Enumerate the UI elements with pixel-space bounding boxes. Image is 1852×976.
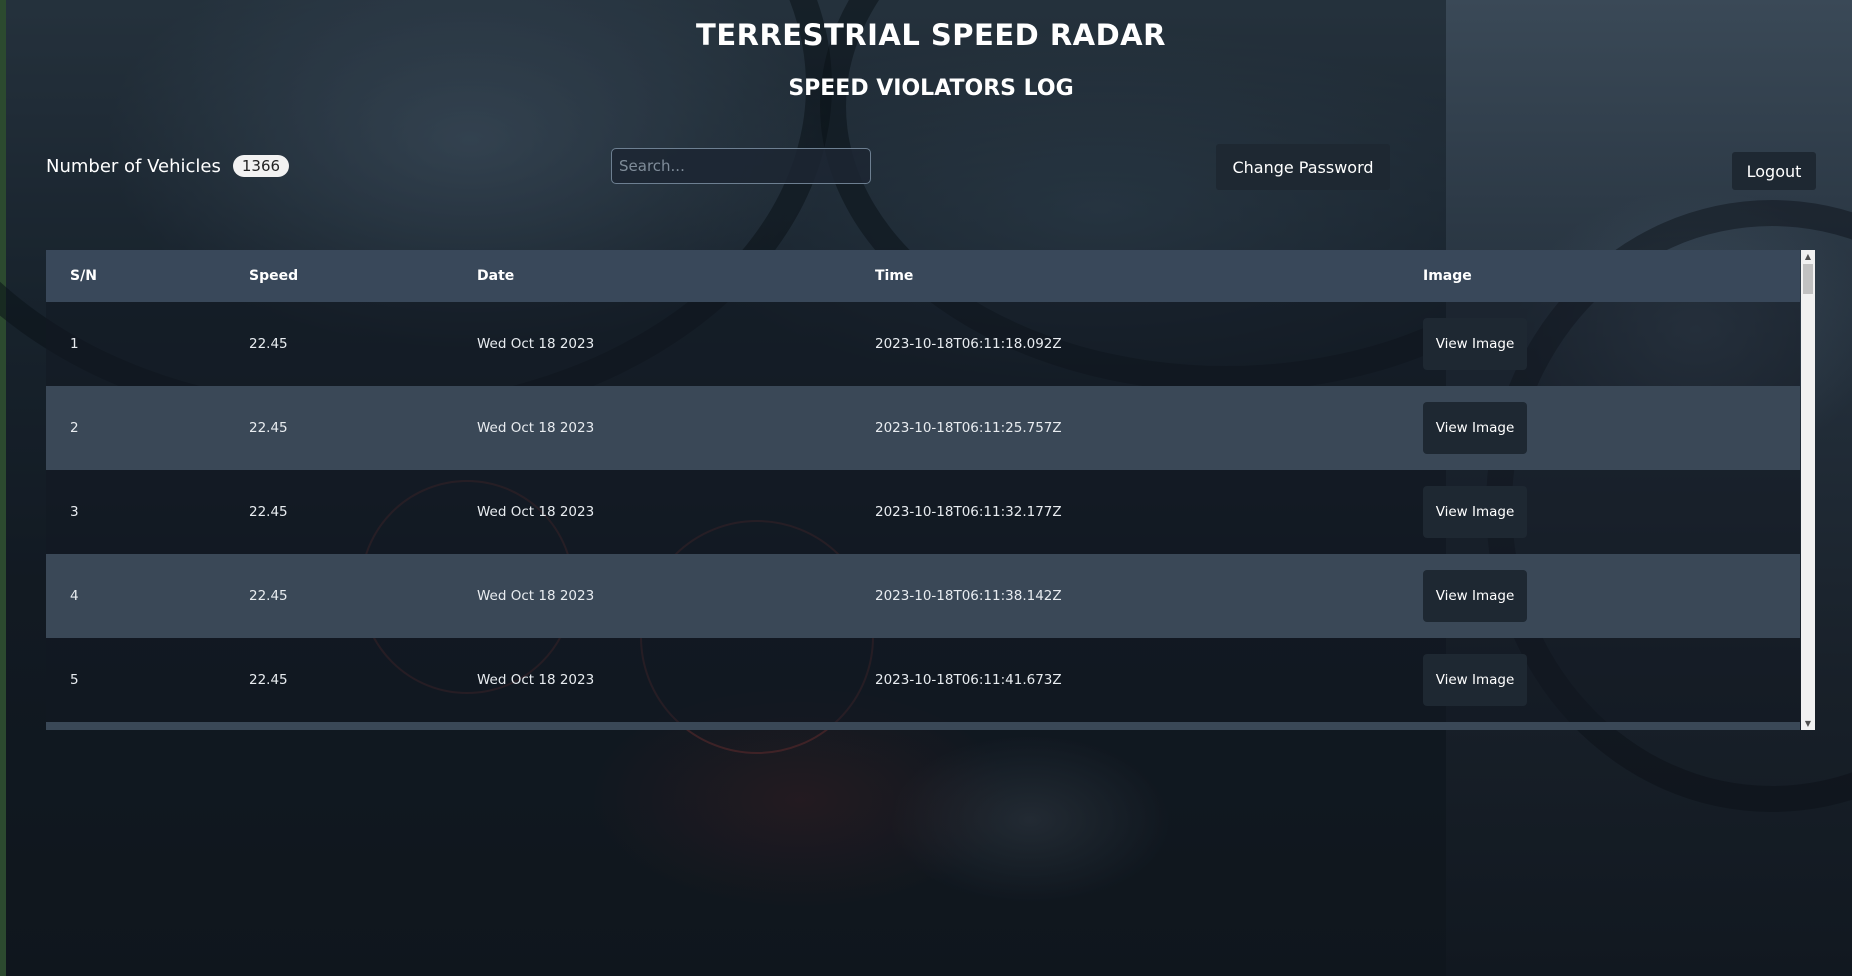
cell-date: Wed Oct 18 2023 <box>477 672 595 688</box>
table-row: 5 22.45 Wed Oct 18 2023 2023-10-18T06:11… <box>46 638 1800 722</box>
column-header-sn: S/N <box>70 268 97 284</box>
cell-speed: 22.45 <box>249 588 288 604</box>
cell-time: 2023-10-18T06:11:25.757Z <box>875 420 1062 436</box>
change-password-button[interactable]: Change Password <box>1216 144 1390 190</box>
view-image-button[interactable]: View Image <box>1423 486 1527 538</box>
cell-sn: 1 <box>70 336 79 352</box>
cell-speed: 22.45 <box>249 504 288 520</box>
cell-sn: 5 <box>70 672 79 688</box>
scrollbar-thumb[interactable] <box>1803 264 1813 294</box>
cell-time: 2023-10-18T06:11:18.092Z <box>875 336 1062 352</box>
column-header-time: Time <box>875 268 914 284</box>
column-header-speed: Speed <box>249 268 299 284</box>
table-row: 2 22.45 Wed Oct 18 2023 2023-10-18T06:11… <box>46 386 1800 470</box>
page-title: TERRESTRIAL SPEED RADAR <box>696 18 1166 52</box>
cell-image: View Image <box>1422 302 1800 386</box>
table-bottom-edge <box>46 722 1800 730</box>
table-row: 4 22.45 Wed Oct 18 2023 2023-10-18T06:11… <box>46 554 1800 638</box>
cell-image: View Image <box>1422 386 1800 470</box>
cell-sn: 4 <box>70 588 79 604</box>
view-image-button[interactable]: View Image <box>1423 570 1527 622</box>
cell-speed: 22.45 <box>249 420 288 436</box>
view-image-button[interactable]: View Image <box>1423 654 1527 706</box>
cell-speed: 22.45 <box>249 672 288 688</box>
logout-button[interactable]: Logout <box>1732 152 1816 190</box>
triangle-down-icon[interactable]: ▼ <box>1801 717 1815 730</box>
cell-time: 2023-10-18T06:11:41.673Z <box>875 672 1062 688</box>
table-scrollbar[interactable]: ▲ ▼ <box>1801 250 1815 730</box>
cell-date: Wed Oct 18 2023 <box>477 588 595 604</box>
vehicle-count: Number of Vehicles 1366 <box>46 155 290 177</box>
search-input[interactable] <box>611 148 871 184</box>
column-header-image: Image <box>1423 268 1472 284</box>
vehicle-count-label: Number of Vehicles <box>46 155 221 177</box>
table-header-row: S/N Speed Date Time Image <box>46 250 1800 302</box>
cell-image: View Image <box>1422 554 1800 638</box>
cell-date: Wed Oct 18 2023 <box>477 504 595 520</box>
cell-sn: 3 <box>70 504 79 520</box>
violators-table: S/N Speed Date Time Image 1 22.45 Wed Oc… <box>46 250 1800 722</box>
cell-time: 2023-10-18T06:11:32.177Z <box>875 504 1062 520</box>
cell-image: View Image <box>1422 638 1800 722</box>
view-image-button[interactable]: View Image <box>1423 318 1527 370</box>
page-subtitle: SPEED VIOLATORS LOG <box>788 76 1074 101</box>
cell-date: Wed Oct 18 2023 <box>477 420 595 436</box>
view-image-button[interactable]: View Image <box>1423 402 1527 454</box>
vehicle-count-badge: 1366 <box>232 155 290 177</box>
table-row: 1 22.45 Wed Oct 18 2023 2023-10-18T06:11… <box>46 302 1800 386</box>
violators-table-container: S/N Speed Date Time Image 1 22.45 Wed Oc… <box>46 250 1815 730</box>
cell-date: Wed Oct 18 2023 <box>477 336 595 352</box>
table-row: 3 22.45 Wed Oct 18 2023 2023-10-18T06:11… <box>46 470 1800 554</box>
cell-speed: 22.45 <box>249 336 288 352</box>
cell-sn: 2 <box>70 420 79 436</box>
triangle-up-icon[interactable]: ▲ <box>1801 250 1815 263</box>
cell-time: 2023-10-18T06:11:38.142Z <box>875 588 1062 604</box>
cell-image: View Image <box>1422 470 1800 554</box>
column-header-date: Date <box>477 268 515 284</box>
